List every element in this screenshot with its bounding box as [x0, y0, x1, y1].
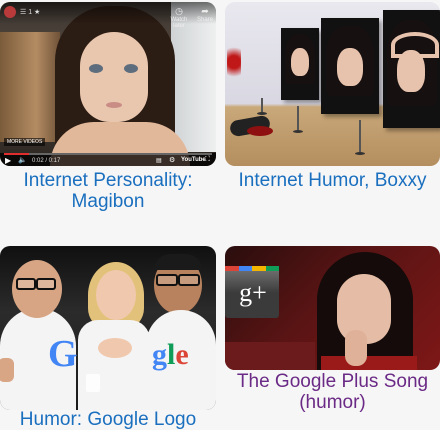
- volume-icon[interactable]: 🔈: [18, 156, 27, 164]
- subject-face: [80, 32, 148, 122]
- red-sofa: [225, 342, 315, 370]
- glasses: [36, 278, 56, 290]
- blood-pool: [247, 126, 273, 136]
- captions-icon[interactable]: ▤: [156, 157, 162, 164]
- subject-eye-left: [89, 64, 103, 73]
- image-card-google-logo[interactable]: G gle: [0, 246, 216, 410]
- paint-splash: [227, 42, 241, 82]
- video-progress-bar[interactable]: [4, 153, 212, 155]
- gallery-image: [225, 2, 440, 166]
- watch-later-label: Watch later: [170, 17, 188, 29]
- glasses: [156, 274, 178, 286]
- clock-icon: ◷: [175, 6, 183, 16]
- watch-later-button[interactable]: ◷ Watch later: [166, 6, 192, 29]
- video-progress-fill: [4, 153, 29, 155]
- youtube-logo[interactable]: YouTube: [181, 157, 206, 163]
- google-plus-text: g+: [239, 278, 267, 307]
- person-center-dress: [78, 320, 150, 410]
- google-costume-photo: G gle: [0, 246, 216, 410]
- image-card-boxxy[interactable]: [225, 2, 440, 166]
- video-time: 0:02 / 0:17: [32, 158, 61, 164]
- woman-hand: [345, 330, 367, 366]
- video-title-text: ☰ 1 ★: [20, 9, 41, 16]
- glasses: [16, 278, 36, 290]
- thumbs-up: [0, 358, 14, 382]
- portrait-frame-2: [321, 18, 379, 114]
- share-button[interactable]: ➦ Share: [196, 6, 214, 23]
- gear-icon[interactable]: ⚙: [169, 156, 175, 164]
- subject-eye-right: [124, 64, 138, 73]
- caption-boxxy[interactable]: Internet Humor, Boxxy: [225, 170, 440, 191]
- channel-avatar[interactable]: [4, 6, 16, 18]
- person-center-head: [96, 270, 136, 320]
- caption-google-logo[interactable]: Humor: Google Logo: [0, 409, 216, 430]
- drink-cup: [86, 374, 100, 392]
- portrait-frame-1: [281, 28, 319, 100]
- more-videos-button[interactable]: MORE VIDEOS: [4, 138, 46, 146]
- google-plus-photo: g+: [225, 246, 440, 370]
- play-icon[interactable]: ▶: [5, 156, 11, 165]
- caption-google-plus-song[interactable]: The Google Plus Song (humor): [225, 371, 440, 413]
- video-card-magibon[interactable]: ☰ 1 ★ ◷ Watch later ➦ Share MORE VIDEOS …: [0, 2, 216, 166]
- google-letter-G: G: [48, 333, 78, 375]
- portrait-frame-3: [383, 10, 440, 128]
- subject-lips: [106, 102, 122, 108]
- google-letters-gle: gle: [152, 338, 189, 371]
- glasses: [178, 274, 200, 286]
- share-label: Share: [196, 17, 213, 23]
- background-room: [0, 32, 60, 142]
- woman-top: [321, 356, 417, 370]
- fullscreen-icon[interactable]: ⛶: [205, 156, 210, 164]
- video-player[interactable]: ☰ 1 ★ ◷ Watch later ➦ Share MORE VIDEOS …: [0, 2, 216, 166]
- share-icon: ➦: [201, 6, 209, 16]
- caption-magibon[interactable]: Internet Personality: Magibon: [0, 170, 216, 212]
